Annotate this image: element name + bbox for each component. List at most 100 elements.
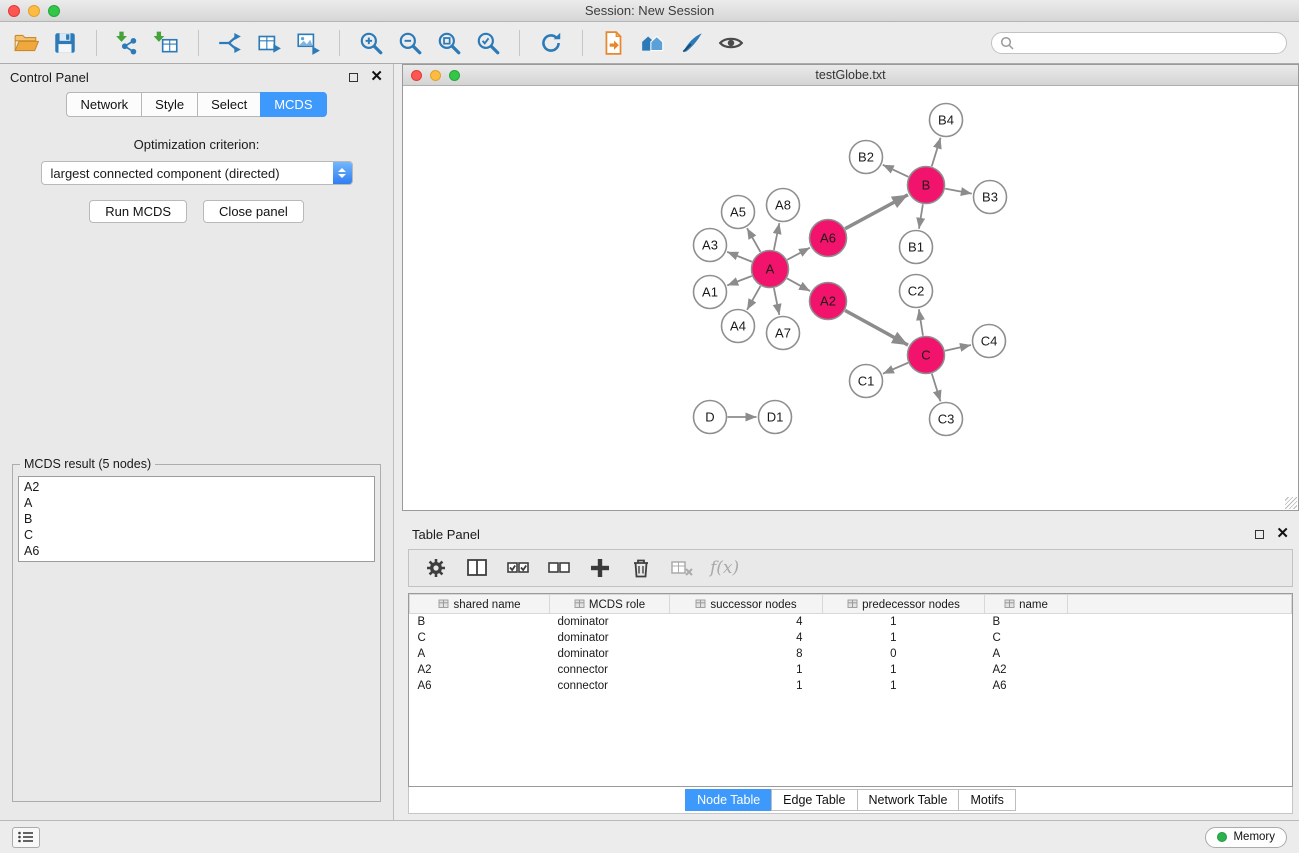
node-A2[interactable]: A2 [810, 283, 847, 320]
column-header-mcds-role[interactable]: MCDS role [550, 595, 670, 614]
node-A1[interactable]: A1 [694, 276, 727, 309]
tab-select[interactable]: Select [197, 92, 260, 117]
edge-A-A2[interactable] [787, 278, 810, 291]
node-D1[interactable]: D1 [759, 401, 792, 434]
node-A5[interactable]: A5 [722, 196, 755, 229]
node-C2[interactable]: C2 [900, 275, 933, 308]
edge-A-A3[interactable] [727, 252, 752, 262]
node-C1[interactable]: C1 [850, 365, 883, 398]
node-A6[interactable]: A6 [810, 220, 847, 257]
node-C3[interactable]: C3 [930, 403, 963, 436]
task-history-button[interactable] [12, 827, 40, 848]
apply-style-icon[interactable] [678, 29, 706, 57]
edge-A-A7[interactable] [774, 288, 779, 315]
search-box[interactable] [991, 32, 1287, 54]
network-canvas[interactable]: B4 B2 B B3 A5 A8 A6 A3 B1 A C2 A1 A2 A4 A7 C4 C C1 C3 D D1 [403, 86, 1298, 510]
edge-A-A4[interactable] [747, 286, 760, 310]
edge-C-C1[interactable] [883, 363, 908, 374]
node-D[interactable]: D [694, 401, 727, 434]
zoom-network-window-button[interactable] [449, 70, 460, 81]
edge-A-A1[interactable] [727, 276, 752, 285]
zoom-window-button[interactable] [48, 5, 60, 17]
column-header-successor-nodes[interactable]: successor nodes [670, 595, 823, 614]
mcds-result-item[interactable]: A [24, 495, 369, 511]
tab-node-table[interactable]: Node Table [685, 789, 771, 811]
minimize-window-button[interactable] [28, 5, 40, 17]
delete-row-icon[interactable] [628, 555, 654, 581]
node-A4[interactable]: A4 [722, 310, 755, 343]
edge-C-C2[interactable] [919, 309, 923, 335]
float-table-panel-icon[interactable] [1255, 530, 1264, 539]
tab-network-table[interactable]: Network Table [857, 789, 959, 811]
export-image-icon[interactable] [294, 29, 322, 57]
zoom-out-icon[interactable] [396, 29, 424, 57]
zoom-selected-icon[interactable] [474, 29, 502, 57]
edge-A-A8[interactable] [774, 223, 779, 250]
tab-mcds[interactable]: MCDS [260, 92, 326, 117]
mcds-result-item[interactable]: A6 [24, 543, 369, 559]
mcds-result-item[interactable]: B [24, 511, 369, 527]
close-network-window-button[interactable] [411, 70, 422, 81]
node-B2[interactable]: B2 [850, 141, 883, 174]
node-A7[interactable]: A7 [767, 317, 800, 350]
edge-B-B2[interactable] [883, 165, 909, 177]
edge-A2-C[interactable] [845, 310, 908, 345]
table-row[interactable]: Adominator80A [410, 646, 1292, 662]
table-row[interactable]: Bdominator41B [410, 614, 1292, 630]
column-header-name[interactable]: name [985, 595, 1068, 614]
tab-motifs[interactable]: Motifs [958, 789, 1015, 811]
import-table-icon[interactable] [153, 29, 181, 57]
refresh-icon[interactable] [537, 29, 565, 57]
tab-network[interactable]: Network [66, 92, 141, 117]
new-network-icon[interactable] [216, 29, 244, 57]
node-B1[interactable]: B1 [900, 231, 933, 264]
open-file-icon[interactable] [12, 29, 40, 57]
network-home-icon[interactable] [639, 29, 667, 57]
close-panel-button[interactable]: Close panel [203, 200, 304, 223]
open-session-icon[interactable] [600, 29, 628, 57]
column-header-shared-name[interactable]: shared name [410, 595, 550, 614]
save-session-icon[interactable] [51, 29, 79, 57]
deselect-all-icon[interactable] [546, 555, 572, 581]
node-C4[interactable]: C4 [973, 325, 1006, 358]
run-mcds-button[interactable]: Run MCDS [89, 200, 187, 223]
search-input[interactable] [1019, 36, 1278, 50]
mcds-result-list[interactable]: A2ABCA6 [18, 476, 375, 562]
minimize-network-window-button[interactable] [430, 70, 441, 81]
memory-button[interactable]: Memory [1205, 827, 1287, 848]
column-header-predecessor-nodes[interactable]: predecessor nodes [823, 595, 985, 614]
close-panel-icon[interactable]: ✕ [370, 72, 383, 82]
select-all-icon[interactable] [505, 555, 531, 581]
node-B[interactable]: B [908, 167, 945, 204]
edge-A6-B[interactable] [845, 195, 908, 229]
criterion-dropdown[interactable]: largest connected component (directed) [41, 161, 353, 185]
resize-grip[interactable] [1285, 497, 1297, 509]
zoom-fit-icon[interactable] [435, 29, 463, 57]
node-B4[interactable]: B4 [930, 104, 963, 137]
table-row[interactable]: Cdominator41C [410, 630, 1292, 646]
edge-B-B4[interactable] [932, 138, 941, 167]
edge-A-A6[interactable] [787, 248, 810, 260]
function-builder-icon[interactable]: f(x) [710, 558, 739, 578]
tab-style[interactable]: Style [141, 92, 197, 117]
node-C[interactable]: C [908, 337, 945, 374]
import-network-icon[interactable] [114, 29, 142, 57]
node-A[interactable]: A [752, 251, 789, 288]
edge-B-B3[interactable] [945, 189, 972, 194]
table-row[interactable]: A2connector11A2 [410, 662, 1292, 678]
new-table-icon[interactable] [255, 29, 283, 57]
zoom-in-icon[interactable] [357, 29, 385, 57]
show-graphics-icon[interactable] [717, 29, 745, 57]
settings-icon[interactable] [423, 555, 449, 581]
tab-edge-table[interactable]: Edge Table [771, 789, 856, 811]
close-window-button[interactable] [8, 5, 20, 17]
edge-C-C3[interactable] [932, 374, 941, 402]
node-A3[interactable]: A3 [694, 229, 727, 262]
node-B3[interactable]: B3 [974, 181, 1007, 214]
add-row-icon[interactable] [587, 555, 613, 581]
mcds-result-item[interactable]: A2 [24, 479, 369, 495]
delete-table-icon[interactable] [669, 555, 695, 581]
edge-B-B1[interactable] [919, 204, 923, 228]
node-A8[interactable]: A8 [767, 189, 800, 222]
edge-C-C4[interactable] [945, 345, 971, 351]
